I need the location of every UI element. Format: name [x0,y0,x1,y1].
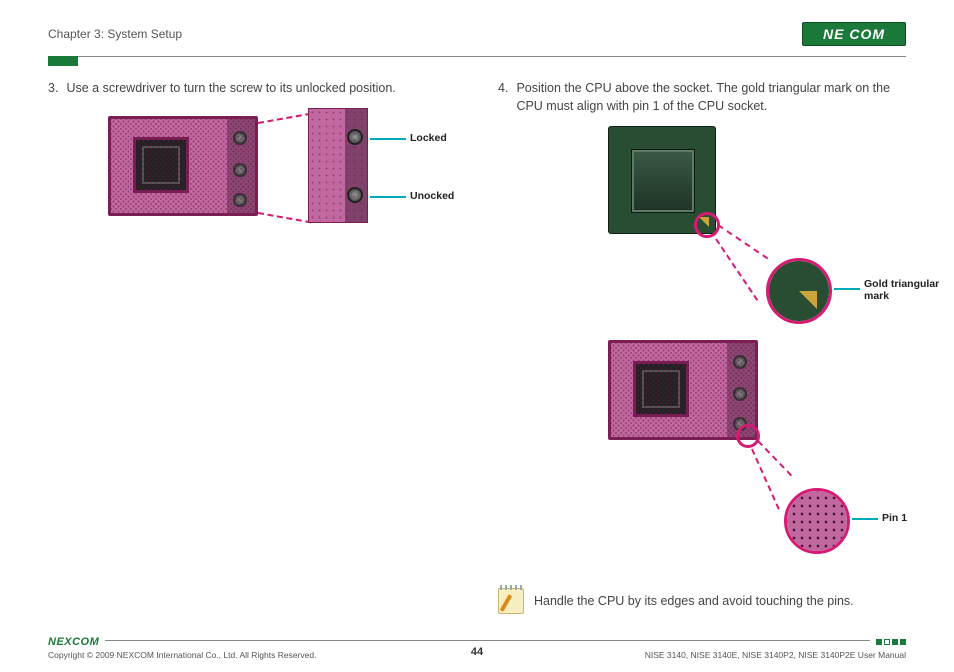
highlight-ring [694,212,720,238]
step-3-number: 3. [48,80,58,98]
left-column: 3. Use a screwdriver to turn the screw t… [48,80,478,612]
step-4-number: 4. [498,80,508,115]
right-column: 4. Position the CPU above the socket. Th… [498,80,918,612]
handling-note: Handle the CPU by its edges and avoid to… [498,588,918,614]
page-header: Chapter 3: System Setup NE COM [48,20,906,48]
leader-line [852,518,878,520]
note-text: Handle the CPU by its edges and avoid to… [534,594,854,608]
nexcom-logo: NE COM [802,22,906,46]
footer-ornament-icon [876,639,906,645]
callout-dash [258,113,312,124]
copyright-text: Copyright © 2009 NEXCOM International Co… [48,650,316,660]
figure-cpu-chip: Gold triangular mark [558,126,908,326]
leader-line [370,138,406,140]
page-number: 44 [471,646,483,658]
chapter-title: Chapter 3: System Setup [48,27,182,41]
step-3: 3. Use a screwdriver to turn the screw t… [48,80,478,98]
step-4: 4. Position the CPU above the socket. Th… [498,80,918,115]
manual-page: Chapter 3: System Setup NE COM 3. Use a … [0,0,954,672]
callout-dash [258,212,312,223]
footer-logo: NEXCOM [48,636,99,648]
leader-line [370,196,406,198]
header-rule [48,52,906,70]
label-pin1: Pin 1 [882,512,907,524]
cpu-socket-image [108,116,258,216]
highlight-ring [736,424,760,448]
zoom-gold-mark [766,258,832,324]
leader-line [834,288,860,290]
content-area: 3. Use a screwdriver to turn the screw t… [48,80,906,612]
figure-screw-lock: Locked Unocked [108,116,448,236]
figure-socket-pin1: Pin 1 [558,340,908,560]
step-3-text: Use a screwdriver to turn the screw to i… [66,80,395,98]
manual-title: NISE 3140, NISE 3140E, NISE 3140P2, NISE… [645,650,906,660]
socket-zoom-detail [308,108,368,223]
note-icon [498,588,524,614]
label-gold-mark: Gold triangular mark [864,278,944,302]
step-4-text: Position the CPU above the socket. The g… [516,80,918,115]
zoom-pin1 [784,488,850,554]
cpu-socket-image [608,340,758,440]
label-locked: Locked [410,132,447,144]
label-unlocked: Unocked [410,190,454,202]
logo-text: NE COM [823,26,885,42]
